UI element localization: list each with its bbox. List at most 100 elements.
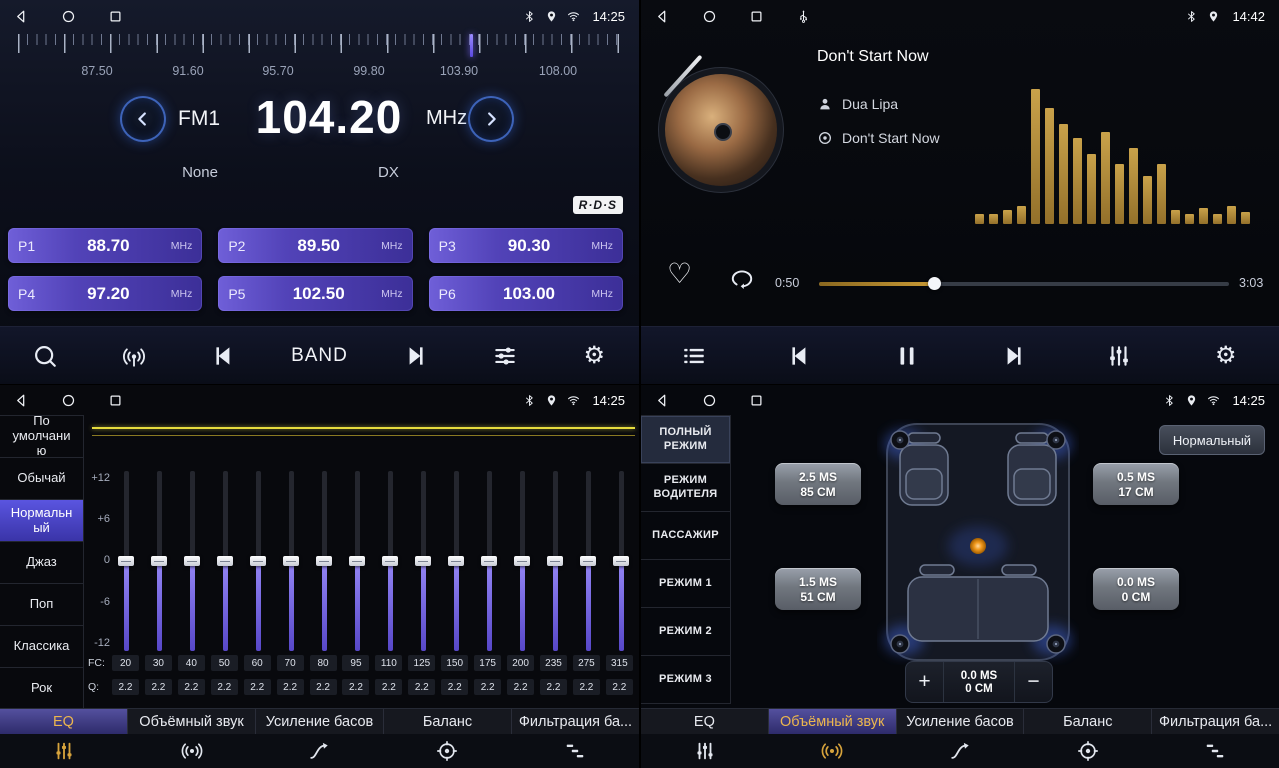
tab-eq[interactable]: EQ — [641, 709, 769, 734]
surround-tab-button[interactable] — [128, 734, 256, 768]
favorite-button[interactable]: ♡ — [667, 260, 692, 288]
eq-band-slider[interactable] — [611, 471, 631, 651]
balance-tab-button[interactable] — [1024, 734, 1152, 768]
eq-slider-handle[interactable] — [448, 556, 464, 566]
audio-settings-button[interactable] — [483, 334, 527, 378]
tab-bass-boost[interactable]: Усиление басов — [897, 709, 1025, 734]
next-station-button[interactable] — [393, 334, 437, 378]
eq-band-slider[interactable] — [281, 471, 301, 651]
eq-slider-handle[interactable] — [415, 556, 431, 566]
increase-delay-button[interactable]: + — [906, 662, 944, 702]
filter-tab-button[interactable] — [511, 734, 639, 768]
tab-surround[interactable]: Объёмный звук — [769, 709, 897, 734]
balance-tab-button[interactable] — [383, 734, 511, 768]
mode-full[interactable]: ПОЛНЫЙ РЕЖИМ — [641, 416, 730, 464]
eq-slider-handle[interactable] — [514, 556, 530, 566]
preset-button-p2[interactable]: P2 89.50 MHz — [218, 228, 412, 263]
mode-1[interactable]: РЕЖИМ 1 — [641, 560, 730, 608]
eq-slider-handle[interactable] — [184, 556, 200, 566]
home-icon[interactable] — [702, 393, 717, 408]
back-icon[interactable] — [655, 9, 670, 24]
eq-slider-handle[interactable] — [118, 556, 134, 566]
recents-icon[interactable] — [108, 393, 123, 408]
preset-button-p3[interactable]: P3 90.30 MHz — [429, 228, 623, 263]
delay-rear-left-button[interactable]: 1.5 MS 51 CM — [775, 568, 861, 610]
eq-band-slider[interactable] — [413, 471, 433, 651]
listening-position-marker[interactable] — [970, 538, 986, 554]
eq-preset-default[interactable]: По умолчанию — [0, 416, 83, 458]
playlist-button[interactable] — [672, 334, 716, 378]
home-icon[interactable] — [702, 9, 717, 24]
pause-button[interactable] — [885, 334, 929, 378]
preset-button-p4[interactable]: P4 97.20 MHz — [8, 276, 202, 311]
eq-preset-jazz[interactable]: Джаз — [0, 542, 83, 584]
eq-slider-handle[interactable] — [151, 556, 167, 566]
eq-band-slider[interactable] — [215, 471, 235, 651]
tab-filter[interactable]: Фильтрация ба... — [1152, 709, 1279, 734]
eq-preset-normal[interactable]: Нормальный — [0, 500, 83, 542]
eq-slider-handle[interactable] — [481, 556, 497, 566]
recents-icon[interactable] — [749, 393, 764, 408]
sound-preset-button[interactable]: Нормальный — [1159, 425, 1265, 455]
next-track-button[interactable] — [991, 334, 1035, 378]
eq-slider-handle[interactable] — [316, 556, 332, 566]
eq-slider-handle[interactable] — [349, 556, 365, 566]
eq-tab-button[interactable] — [641, 734, 769, 768]
eq-tab-button[interactable] — [0, 734, 128, 768]
settings-button[interactable]: ⚙ — [572, 334, 616, 378]
eq-band-slider[interactable] — [314, 471, 334, 651]
bass-boost-tab-button[interactable] — [256, 734, 384, 768]
tune-up-button[interactable] — [468, 96, 514, 142]
tab-bass-boost[interactable]: Усиление басов — [256, 709, 384, 734]
eq-preset-rock[interactable]: Рок — [0, 668, 83, 710]
eq-band-slider[interactable] — [545, 471, 565, 651]
eq-preset-pop[interactable]: Поп — [0, 584, 83, 626]
delay-rear-right-button[interactable]: 0.0 MS 0 CM — [1093, 568, 1179, 610]
surround-tab-button[interactable] — [769, 734, 897, 768]
eq-slider-handle[interactable] — [547, 556, 563, 566]
back-icon[interactable] — [14, 9, 29, 24]
preset-button-p5[interactable]: P5 102.50 MHz — [218, 276, 412, 311]
eq-band-slider[interactable] — [380, 471, 400, 651]
settings-button[interactable]: ⚙ — [1204, 334, 1248, 378]
mode-3[interactable]: РЕЖИМ 3 — [641, 656, 730, 704]
eq-preset-classic[interactable]: Классика — [0, 626, 83, 668]
scan-button[interactable] — [23, 334, 67, 378]
tune-down-button[interactable] — [120, 96, 166, 142]
recents-icon[interactable] — [108, 9, 123, 24]
eq-band-slider[interactable] — [149, 471, 169, 651]
prev-track-button[interactable] — [778, 334, 822, 378]
eq-button[interactable] — [1097, 334, 1141, 378]
eq-band-slider[interactable] — [578, 471, 598, 651]
back-icon[interactable] — [655, 393, 670, 408]
bass-boost-tab-button[interactable] — [896, 734, 1024, 768]
eq-band-slider[interactable] — [182, 471, 202, 651]
tab-eq[interactable]: EQ — [0, 709, 128, 734]
recents-icon[interactable] — [749, 9, 764, 24]
tab-balance[interactable]: Баланс — [384, 709, 512, 734]
seek-bar[interactable] — [819, 275, 1229, 291]
prev-station-button[interactable] — [202, 334, 246, 378]
preset-button-p1[interactable]: P1 88.70 MHz — [8, 228, 202, 263]
repeat-button[interactable] — [729, 266, 755, 292]
eq-preset-custom[interactable]: Обычай — [0, 458, 83, 500]
eq-band-slider[interactable] — [446, 471, 466, 651]
eq-slider-handle[interactable] — [613, 556, 629, 566]
tab-filter[interactable]: Фильтрация ба... — [512, 709, 639, 734]
home-icon[interactable] — [61, 9, 76, 24]
decrease-delay-button[interactable]: − — [1014, 662, 1052, 702]
frequency-ruler[interactable] — [18, 34, 622, 58]
eq-slider-handle[interactable] — [382, 556, 398, 566]
auto-store-button[interactable] — [112, 334, 156, 378]
delay-front-right-button[interactable]: 0.5 MS 17 CM — [1093, 463, 1179, 505]
eq-slider-handle[interactable] — [217, 556, 233, 566]
delay-front-left-button[interactable]: 2.5 MS 85 CM — [775, 463, 861, 505]
eq-slider-handle[interactable] — [250, 556, 266, 566]
filter-tab-button[interactable] — [1151, 734, 1279, 768]
eq-slider-handle[interactable] — [580, 556, 596, 566]
mode-driver[interactable]: РЕЖИМ ВОДИТЕЛЯ — [641, 464, 730, 512]
mode-2[interactable]: РЕЖИМ 2 — [641, 608, 730, 656]
eq-band-slider[interactable] — [248, 471, 268, 651]
mode-passenger[interactable]: ПАССАЖИР — [641, 512, 730, 560]
tab-balance[interactable]: Баланс — [1024, 709, 1152, 734]
